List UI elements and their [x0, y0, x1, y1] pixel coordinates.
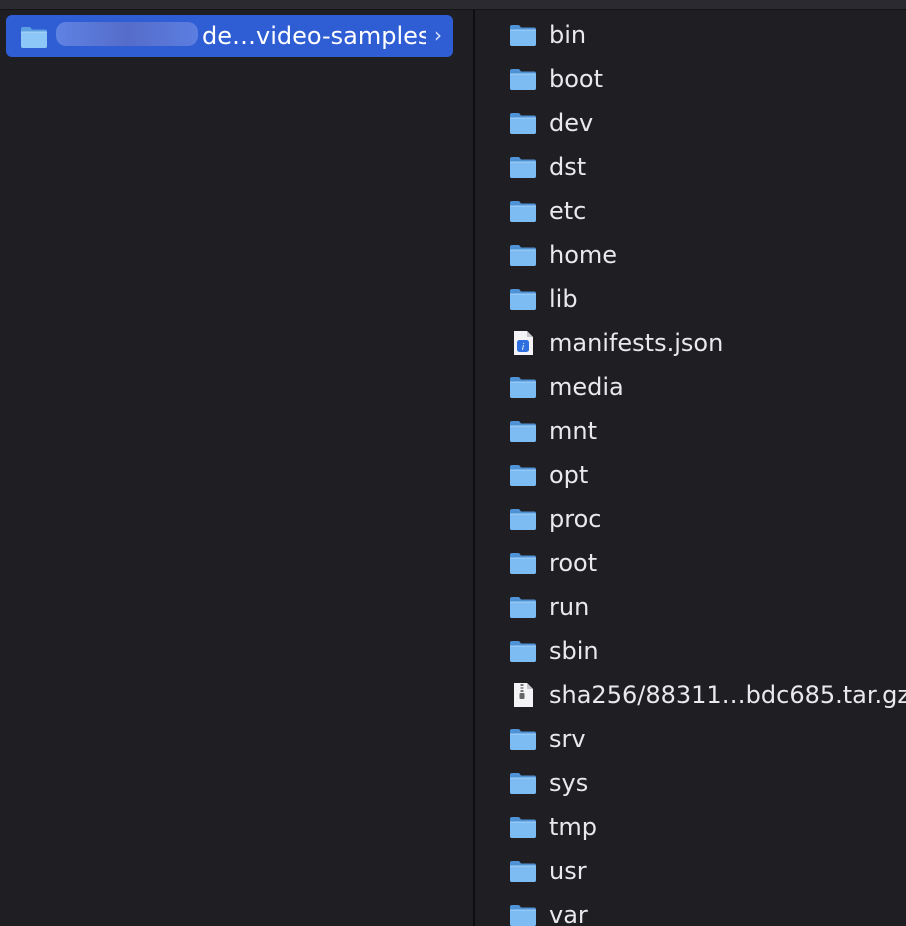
- redacted-region: [56, 22, 198, 46]
- item-name: boot: [549, 65, 604, 93]
- list-item[interactable]: sys: [475, 761, 906, 805]
- item-name: tmp: [549, 813, 598, 841]
- item-name: opt: [549, 461, 589, 489]
- item-name: bin: [549, 21, 587, 49]
- folder-icon: [508, 726, 538, 752]
- finder-column-view: de…video-samples › bin boot dev dst etc home l…: [0, 10, 906, 926]
- list-item[interactable]: opt: [475, 453, 906, 497]
- folder-icon: [19, 24, 49, 54]
- folder-icon: [508, 286, 538, 312]
- list-item[interactable]: boot: [475, 57, 906, 101]
- item-name: media: [549, 373, 624, 401]
- folder-icon: [508, 638, 538, 664]
- list-item[interactable]: sbin: [475, 629, 906, 673]
- list-item[interactable]: media: [475, 365, 906, 409]
- folder-icon: [508, 462, 538, 488]
- list-item[interactable]: tmp: [475, 805, 906, 849]
- folder-icon: [508, 858, 538, 884]
- folder-icon: [508, 110, 538, 136]
- item-name: sbin: [549, 637, 599, 665]
- folder-icon: [508, 902, 538, 926]
- list-item[interactable]: dst: [475, 145, 906, 189]
- folder-icon: [508, 418, 538, 444]
- column-right: bin boot dev dst etc home lib i manifests.json me…: [475, 10, 906, 926]
- list-item[interactable]: lib: [475, 277, 906, 321]
- folder-icon: [508, 242, 538, 268]
- window-top-bar: [0, 0, 906, 10]
- item-name: proc: [549, 505, 602, 533]
- folder-icon: [508, 22, 538, 48]
- folder-icon: [508, 814, 538, 840]
- folder-icon: [508, 154, 538, 180]
- item-name: lib: [549, 285, 578, 313]
- item-name: etc: [549, 197, 587, 225]
- item-name: sha256/88311…bdc685.tar.gz: [549, 681, 906, 709]
- item-name: usr: [549, 857, 587, 885]
- list-item[interactable]: run: [475, 585, 906, 629]
- list-item[interactable]: i manifests.json: [475, 321, 906, 365]
- column-left: de…video-samples ›: [0, 10, 473, 926]
- list-item[interactable]: etc: [475, 189, 906, 233]
- list-item[interactable]: sha256/88311…bdc685.tar.gz: [475, 673, 906, 717]
- item-name: root: [549, 549, 598, 577]
- list-item[interactable]: usr: [475, 849, 906, 893]
- list-item[interactable]: srv: [475, 717, 906, 761]
- item-name: home: [549, 241, 618, 269]
- selected-folder-row[interactable]: de…video-samples ›: [6, 15, 453, 57]
- item-name: dev: [549, 109, 594, 137]
- folder-icon: [508, 374, 538, 400]
- folder-icon: [508, 770, 538, 796]
- folder-icon: [508, 506, 538, 532]
- item-name: srv: [549, 725, 586, 753]
- folder-icon: [508, 198, 538, 224]
- list-item[interactable]: dev: [475, 101, 906, 145]
- item-name: run: [549, 593, 590, 621]
- list-item[interactable]: bin: [475, 13, 906, 57]
- json-file-icon: i: [508, 330, 538, 356]
- folder-icon: [508, 66, 538, 92]
- list-item[interactable]: mnt: [475, 409, 906, 453]
- selected-folder-label: de…video-samples: [56, 22, 426, 50]
- selected-folder-name: de…video-samples: [202, 22, 426, 50]
- item-name: mnt: [549, 417, 597, 445]
- list-item[interactable]: home: [475, 233, 906, 277]
- list-item[interactable]: var: [475, 893, 906, 926]
- item-name: var: [549, 901, 588, 926]
- item-name: dst: [549, 153, 587, 181]
- chevron-right-icon: ›: [434, 23, 442, 47]
- list-item[interactable]: root: [475, 541, 906, 585]
- list-item[interactable]: proc: [475, 497, 906, 541]
- archive-file-icon: [508, 682, 538, 708]
- folder-icon: [508, 594, 538, 620]
- item-name: manifests.json: [549, 329, 724, 357]
- item-name: sys: [549, 769, 589, 797]
- folder-icon: [508, 550, 538, 576]
